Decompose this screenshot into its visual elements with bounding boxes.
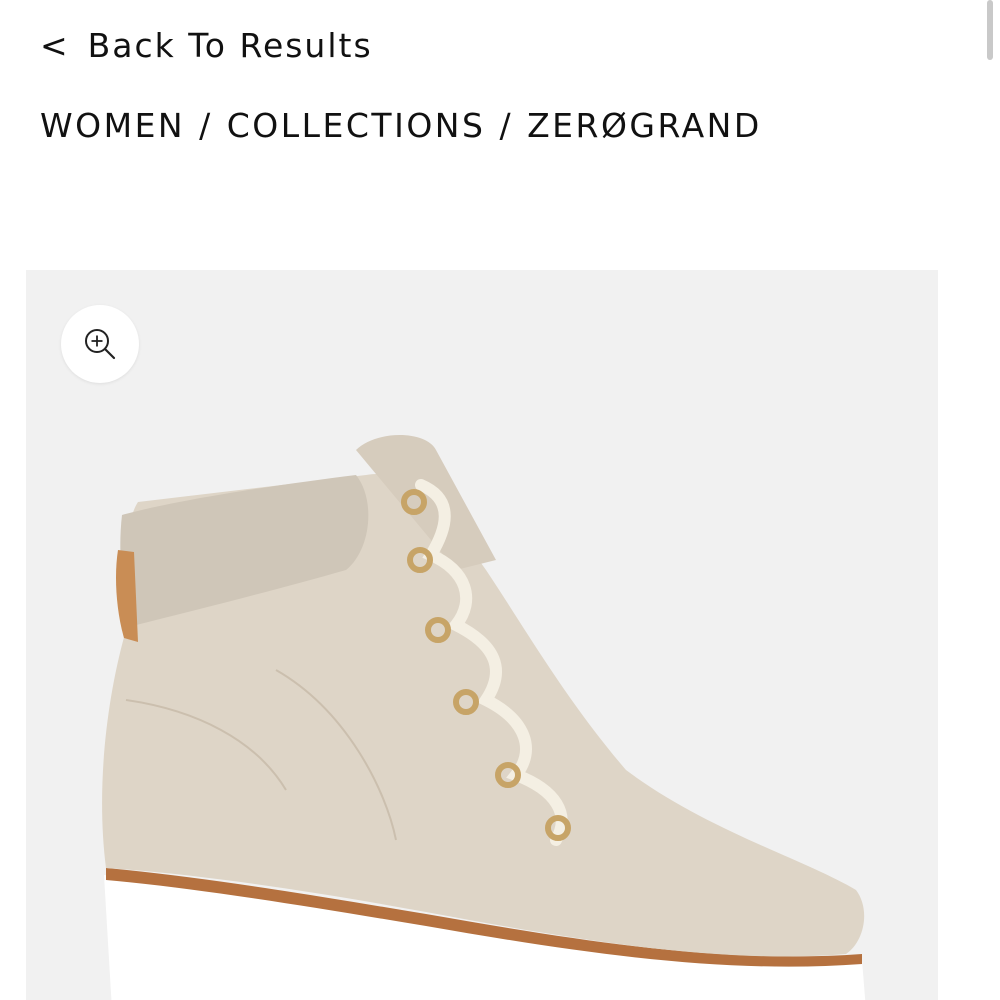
chevron-left-icon: < [40,26,70,65]
product-image-boot[interactable] [26,270,938,1000]
zoom-button[interactable] [61,305,139,383]
breadcrumb-separator: / [499,106,514,145]
back-to-results-link[interactable]: < Back To Results [40,26,373,65]
scrollbar[interactable] [987,0,993,60]
breadcrumb-item-collections[interactable]: COLLECTIONS [227,106,486,145]
breadcrumb-item-zerogrand[interactable]: ZERØGRAND [527,106,762,145]
breadcrumb-item-women[interactable]: WOMEN [40,106,185,145]
product-page: < Back To Results WOMEN / COLLECTIONS / … [0,0,1000,1000]
back-to-results-label: Back To Results [87,26,373,65]
zoom-in-icon [85,329,116,360]
product-image-gallery[interactable] [26,270,938,1000]
breadcrumb-separator: / [199,106,213,145]
breadcrumb: WOMEN / COLLECTIONS / ZERØGRAND [40,106,762,145]
